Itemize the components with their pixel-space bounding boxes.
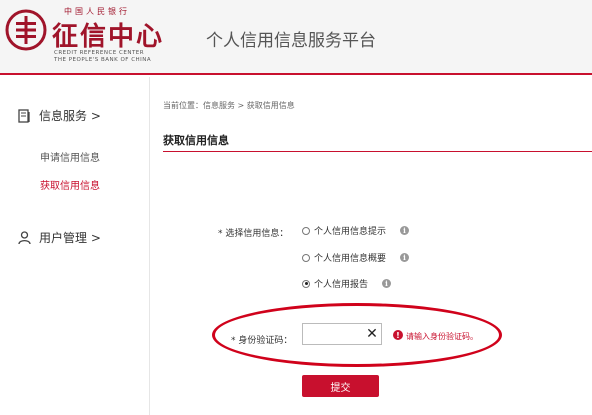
radio-option-label: 个人信用信息概要: [314, 254, 387, 264]
logo-title: 征信中心: [52, 22, 165, 52]
section-divider: [163, 151, 592, 152]
error-message: 请输入身份验证码。: [406, 332, 478, 341]
sidebar-group-info-service[interactable]: 信息服务 >: [18, 107, 101, 124]
radio-option-credit-report[interactable]: 个人信用报告 i: [302, 277, 392, 290]
sidebar-group-label: 信息服务 >: [39, 109, 101, 123]
info-icon[interactable]: i: [400, 253, 410, 262]
error-icon: !: [393, 330, 403, 340]
radio-option-label: 个人信用信息提示: [314, 227, 387, 237]
radio-button[interactable]: [302, 226, 310, 235]
submit-button[interactable]: 提交: [302, 375, 379, 397]
header: 中国人民银行 征信中心 CREDIT REFERENCE CENTER THE …: [0, 0, 592, 75]
info-icon[interactable]: i: [400, 226, 410, 235]
info-icon[interactable]: i: [382, 279, 392, 288]
sidebar-item-apply-credit-info[interactable]: 申请信用信息: [40, 149, 100, 164]
radio-button[interactable]: [302, 279, 310, 288]
breadcrumb: 当前位置：信息服务 > 获取信用信息: [163, 101, 295, 110]
sidebar-item-obtain-credit-info[interactable]: 获取信用信息: [40, 177, 100, 192]
radio-option-credit-info-hint[interactable]: 个人信用信息提示 i: [302, 224, 410, 237]
select-credit-info-label: * 选择信用信息：: [218, 229, 289, 239]
section-title: 获取信用信息: [163, 134, 229, 147]
sidebar-group-label: 用户管理 >: [39, 231, 101, 245]
logo-english-line1: CREDIT REFERENCE CENTER: [54, 50, 145, 56]
radio-option-credit-info-summary[interactable]: 个人信用信息概要 i: [302, 251, 410, 264]
radio-option-label: 个人信用报告: [314, 280, 369, 290]
sidebar-group-user-management[interactable]: 用户管理 >: [18, 229, 101, 246]
pboc-logo-icon: [5, 9, 47, 51]
platform-title: 个人信用信息服务平台: [206, 31, 376, 51]
document-icon: [18, 108, 30, 123]
sidebar: 信息服务 > 申请信用信息 获取信用信息 用户管理 >: [0, 77, 150, 415]
user-icon: [18, 230, 31, 244]
radio-button[interactable]: [302, 253, 310, 262]
logo-english-line2: THE PEOPLE'S BANK OF CHINA: [54, 57, 152, 63]
id-code-label: * 身份验证码：: [231, 336, 293, 346]
clear-icon[interactable]: ✕: [364, 325, 380, 343]
